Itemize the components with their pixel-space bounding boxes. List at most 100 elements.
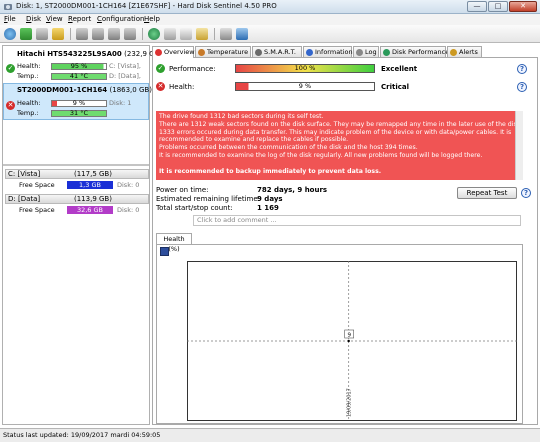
startstop-value: 1 169 <box>257 204 279 212</box>
disk-0-temp-label: Temp.: <box>17 72 39 80</box>
tab-alerts[interactable]: Alerts <box>447 46 482 57</box>
performance-label: Performance: <box>169 65 216 73</box>
performance-bar: 100 % <box>235 64 375 73</box>
alert-line: There are 1312 weak sectors found on the… <box>159 120 515 128</box>
disk-0-name: Hitachi HTS543225L9SA00 <box>17 50 122 58</box>
maximize-button[interactable]: □ <box>488 1 508 12</box>
disk-1-header[interactable]: ST2000DM001-1CH164 (1863,0 GB) <box>3 85 152 95</box>
disk-1-health-bar: 9 % <box>51 100 107 107</box>
menu-file[interactable]: File <box>4 15 16 23</box>
window-title: Disk: 1, ST2000DM001-1CH164 [Z1E67SHF] -… <box>16 2 277 10</box>
lifetime-label: Estimated remaining lifetime: <box>156 195 260 203</box>
overview-content: ✓ Performance: 100 % Excellent ? ✕ Healt… <box>152 57 538 425</box>
tab-overview[interactable]: Overview <box>152 46 195 58</box>
info-icon[interactable] <box>236 28 248 40</box>
alert-line: It is recommended to examine the log of … <box>159 151 483 159</box>
health-alert-text: The drive found 1312 bad sectors during … <box>156 111 515 180</box>
disk-1-health-value: 9 % <box>72 99 86 107</box>
disk-icon[interactable] <box>36 28 48 40</box>
alert-scrollbar[interactable] <box>515 111 523 180</box>
disk-1-temp-row: Temp.: 31 °C <box>3 109 149 118</box>
check-icon: ✓ <box>156 64 165 73</box>
disk-health-icon[interactable] <box>20 28 32 40</box>
health-bar: 9 % <box>235 82 375 91</box>
performance-value: 100 % <box>294 64 316 72</box>
performance-status: Excellent <box>381 65 418 73</box>
status-text: Status last updated: 19/09/2017 mardi 04… <box>3 431 161 439</box>
alert-line: 1333 errors occured during data transfer… <box>159 128 512 136</box>
report-icon[interactable] <box>52 28 64 40</box>
comment-input[interactable]: Click to add comment ... <box>193 215 521 226</box>
alert-line: recommended to examine and replace the c… <box>159 136 349 144</box>
close-button[interactable]: ✕ <box>509 1 537 12</box>
tab-disk-performance[interactable]: Disk Performance <box>380 46 449 57</box>
toolbar <box>0 25 540 43</box>
extended-test-icon[interactable] <box>124 28 136 40</box>
data-label: 9 <box>347 333 351 339</box>
disk-0-header[interactable]: Hitachi HTS543225L9SA00 (232,9 GB) <box>3 49 162 59</box>
menu-configuration[interactable]: Configuration <box>97 15 144 23</box>
tab-temperature[interactable]: Temperature <box>195 46 251 57</box>
power-on-label: Power on time: <box>156 186 209 194</box>
volume-d-free-label: Free Space <box>19 206 55 214</box>
menu-report[interactable]: Report <box>68 15 91 23</box>
disk-1-temp-bar: 31 °C <box>51 110 107 117</box>
volume-d-free-row: Free Space 32,6 GB Disk: 0 <box>5 205 149 215</box>
info-icon <box>306 49 313 56</box>
volume-c-header[interactable]: C: [Vista] (117,5 GB) <box>5 169 149 179</box>
menu-help[interactable]: Help <box>144 15 160 23</box>
disk-list-panel: Hitachi HTS543225L9SA00 (232,9 GB) ✓ Hea… <box>2 45 162 425</box>
startstop-label: Total start/stop count: <box>156 204 233 212</box>
minimize-button[interactable]: — <box>467 1 487 12</box>
health-help-icon[interactable]: ? <box>517 82 527 92</box>
settings-icon[interactable] <box>220 28 232 40</box>
disk-0-health-row: Health: 95 % C: [Vista], <box>3 62 149 71</box>
refresh-icon[interactable] <box>4 28 16 40</box>
test-icon[interactable] <box>76 28 88 40</box>
lifetime-value: 9 days <box>257 195 283 203</box>
smart-icon <box>255 49 262 56</box>
tab-smart[interactable]: S.M.A.R.T. <box>252 46 302 57</box>
health-chart-panel: 0919/09/2017 <box>156 244 523 424</box>
alert-line: It is recommended to backup immediately … <box>159 167 382 175</box>
health-value: 9 % <box>298 82 312 90</box>
print-icon[interactable] <box>164 28 176 40</box>
bell-icon <box>450 49 457 56</box>
health-chart: 0919/09/2017 <box>187 261 517 421</box>
volume-d-disk: Disk: 0 <box>117 206 140 214</box>
save-report-icon[interactable] <box>180 28 192 40</box>
disk-1-size: (1863,0 GB) <box>109 86 152 94</box>
globe-icon[interactable] <box>148 28 160 40</box>
toolbar-separator <box>214 28 215 40</box>
repeat-help-icon[interactable]: ? <box>521 188 531 198</box>
volume-d-header[interactable]: D: [Data] (113,9 GB) <box>5 194 149 204</box>
toolbar-separator <box>70 28 71 40</box>
log-icon <box>356 49 363 56</box>
volume-c-name: C: [Vista] <box>8 170 41 178</box>
alert-line: Problems occurred between the communicat… <box>159 144 418 152</box>
tab-information[interactable]: Information <box>303 46 353 57</box>
volume-d-free-value: 32,6 GB <box>67 206 113 214</box>
chart-background: 0919/09/2017 <box>187 261 517 421</box>
envelope-icon[interactable] <box>196 28 208 40</box>
repeat-test-button[interactable]: Repeat Test <box>457 187 517 199</box>
title-bar: Disk: 1, ST2000DM001-1CH164 [Z1E67SHF] -… <box>0 0 540 14</box>
volume-c-size: (117,5 GB) <box>74 170 112 178</box>
x-tick-label: 19/09/2017 <box>347 388 353 417</box>
alert-line <box>159 160 512 168</box>
volume-c-free-value: 1,3 GB <box>67 181 113 189</box>
volume-c-free-label: Free Space <box>19 181 55 189</box>
menu-disk[interactable]: Disk <box>26 15 41 23</box>
disk-1-health-side: Disk: 1 <box>109 99 132 107</box>
health-status: Critical <box>381 83 410 91</box>
volume-d-name: D: [Data] <box>8 195 41 203</box>
menu-view[interactable]: View <box>46 15 63 23</box>
short-test-icon[interactable] <box>108 28 120 40</box>
disk-1-temp-label: Temp.: <box>17 109 39 117</box>
health-label: Health: <box>169 83 195 91</box>
performance-help-icon[interactable]: ? <box>517 64 527 74</box>
surface-test-icon[interactable] <box>92 28 104 40</box>
disk-0-temp-side: D: [Data], <box>109 72 141 80</box>
tab-health-chart[interactable]: Health (%) <box>156 233 192 253</box>
tab-log[interactable]: Log <box>353 46 379 57</box>
